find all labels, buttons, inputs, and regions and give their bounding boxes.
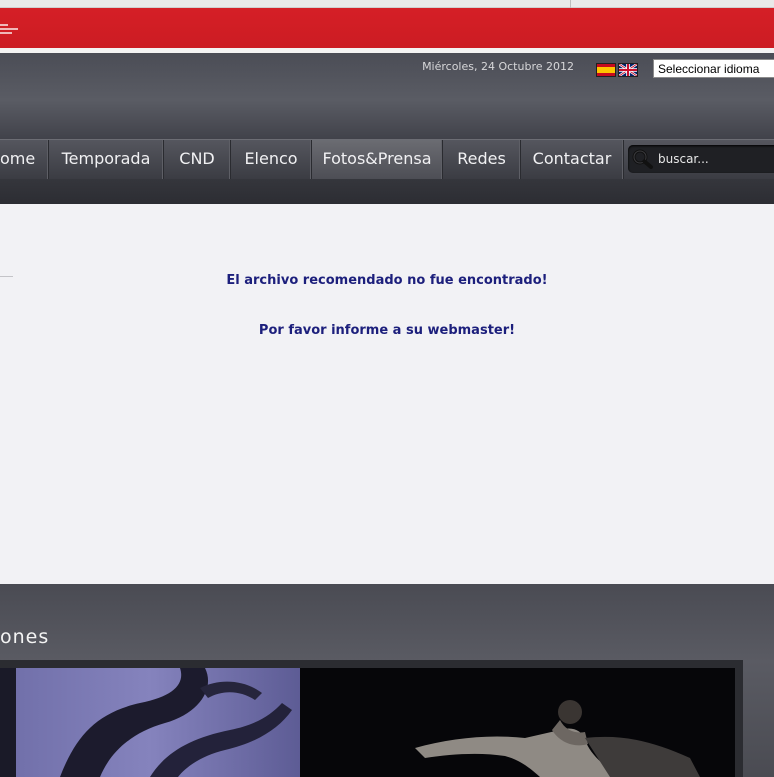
nav-item-contactar-label: Contactar (532, 149, 612, 168)
nav-item-cnd[interactable]: CND (164, 140, 231, 179)
footer-section: ones (0, 584, 774, 777)
nav-item-contactar[interactable]: Contactar (521, 140, 624, 179)
nav-item-home[interactable]: ome (0, 140, 49, 179)
browser-top-strip (0, 0, 774, 8)
nav-item-fotos-prensa-label: Fotos&Prensa (322, 149, 432, 168)
nav-item-temporada[interactable]: Temporada (49, 140, 164, 179)
nav-item-elenco-label: Elenco (244, 149, 298, 168)
dance-photo-image (0, 668, 735, 777)
error-message: El archivo recomendado no fue encontrado… (226, 273, 548, 288)
nav-item-redes[interactable]: Redes (443, 140, 521, 179)
top-strip-divider (570, 0, 571, 8)
nav-item-cnd-label: CND (179, 149, 215, 168)
webmaster-message: Por favor informe a su webmaster! (258, 323, 516, 338)
main-nav: ome Temporada CND Elenco Fotos&Prensa Re… (0, 139, 774, 179)
spanish-flag-icon[interactable] (596, 63, 616, 77)
site-header: Miércoles, 24 Octubre 2012 Seleccionar i… (0, 53, 774, 139)
nav-item-redes-label: Redes (457, 149, 506, 168)
nav-item-temporada-label: Temporada (61, 149, 151, 168)
search-icon (632, 149, 653, 169)
nav-item-fotos-prensa[interactable]: Fotos&Prensa (312, 140, 443, 179)
english-flag-icon[interactable] (618, 63, 638, 77)
search-input[interactable] (658, 150, 774, 168)
logo-icon[interactable] (0, 24, 20, 36)
search-box[interactable] (628, 145, 774, 173)
dance-photo[interactable] (0, 668, 735, 777)
nav-item-home-label: ome (0, 149, 36, 168)
current-date: Miércoles, 24 Octubre 2012 (422, 60, 574, 73)
nav-item-elenco[interactable]: Elenco (231, 140, 312, 179)
photo-frame (0, 660, 743, 777)
language-select[interactable]: Seleccionar idioma (653, 59, 774, 78)
section-title: ones (0, 626, 50, 648)
main-content: El archivo recomendado no fue encontrado… (0, 204, 774, 584)
brand-bar (0, 8, 774, 49)
nav-shadow-band (0, 179, 774, 204)
